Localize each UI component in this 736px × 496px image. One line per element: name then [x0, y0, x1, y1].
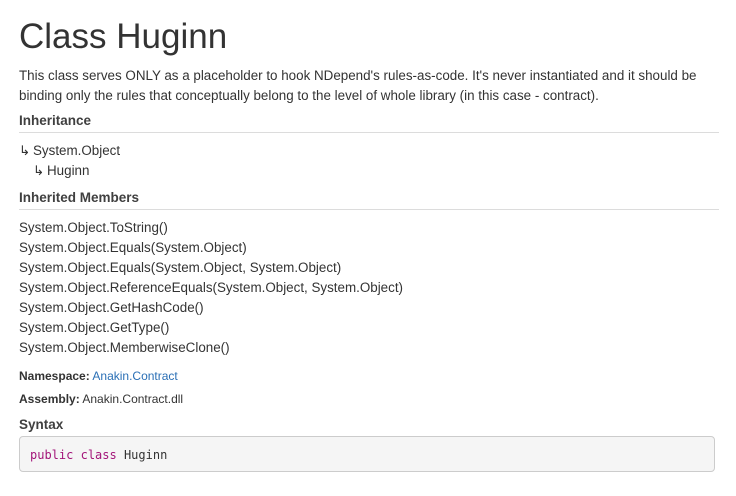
- namespace-label: Namespace:: [19, 369, 90, 383]
- code-keyword-public: public: [30, 448, 74, 462]
- inheritance-tree: ↳ System.Object ↳ Huginn: [19, 141, 719, 181]
- assembly-label: Assembly:: [19, 392, 80, 406]
- syntax-heading: Syntax: [19, 417, 64, 432]
- code-keyword-class: class: [80, 448, 117, 462]
- syntax-code-block[interactable]: public class Huginn: [19, 436, 715, 472]
- assembly-value: Anakin.Contract.dll: [82, 392, 184, 406]
- inheritance-item: ↳ Huginn: [19, 161, 719, 181]
- page-title: Class Huginn: [19, 17, 228, 56]
- inherited-member: System.Object.GetHashCode(): [19, 300, 204, 315]
- inherited-members-heading: Inherited Members: [19, 190, 719, 210]
- namespace-line: Namespace: Anakin.Contract: [19, 368, 719, 385]
- inherited-member: System.Object.ToString(): [19, 220, 168, 235]
- inherited-member: System.Object.Equals(System.Object, Syst…: [19, 260, 342, 275]
- namespace-link[interactable]: Anakin.Contract: [92, 369, 177, 383]
- inheritance-item-label: System.Object: [33, 143, 121, 158]
- inheritance-item-label: Huginn: [47, 163, 90, 178]
- inherited-member: System.Object.Equals(System.Object): [19, 240, 247, 255]
- assembly-line: Assembly: Anakin.Contract.dll: [19, 391, 719, 408]
- class-summary: This class serves ONLY as a placeholder …: [19, 68, 697, 103]
- code-class-name: Huginn: [123, 448, 168, 462]
- inheritance-heading: Inheritance: [19, 113, 719, 133]
- article: Class Huginn This class serves ONLY as a…: [0, 0, 736, 472]
- inherited-member: System.Object.GetType(): [19, 320, 170, 335]
- inheritance-arrow-icon: ↳: [33, 163, 45, 178]
- inherited-member: System.Object.MemberwiseClone(): [19, 340, 230, 355]
- inheritance-arrow-icon: ↳: [19, 143, 31, 158]
- inherited-members-list: System.Object.ToString() System.Object.E…: [19, 218, 719, 358]
- inherited-member: System.Object.ReferenceEquals(System.Obj…: [19, 280, 403, 295]
- inheritance-item: ↳ System.Object: [19, 141, 719, 161]
